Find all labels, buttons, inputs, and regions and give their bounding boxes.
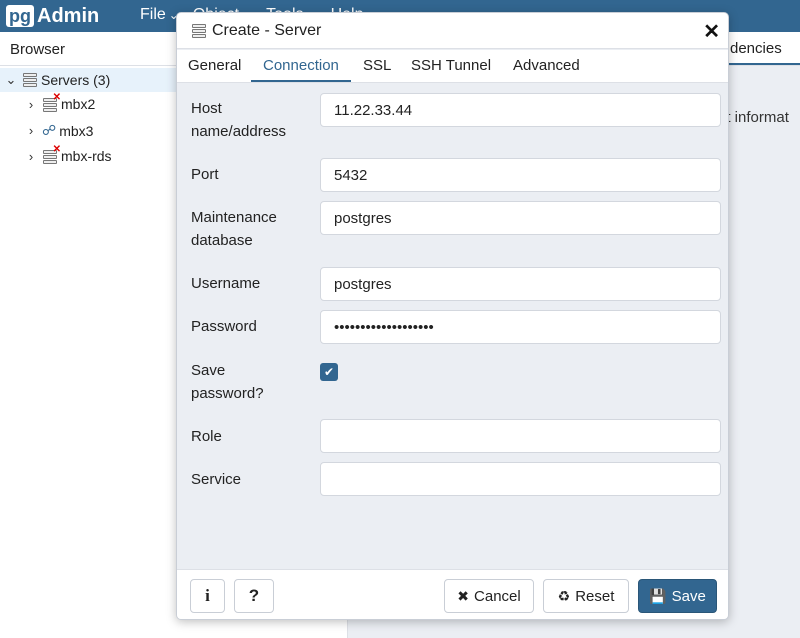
save-button[interactable]: 💾 Save	[638, 579, 717, 613]
dialog-footer: i ? ✖ Cancel ♻ Reset 💾 Save	[177, 569, 728, 619]
chevron-right-icon[interactable]: ›	[24, 97, 38, 112]
menu-file-label: File	[140, 6, 166, 23]
close-icon: ✖	[457, 587, 470, 604]
tab-ssh-tunnel[interactable]: SSH Tunnel	[411, 57, 491, 74]
password-input[interactable]	[320, 310, 721, 344]
host-label-line2: name/address	[191, 123, 287, 140]
floppy-disk-icon: 💾	[649, 587, 667, 604]
info-button[interactable]: i	[190, 579, 225, 613]
tree-item-label: mbx2	[61, 96, 96, 112]
port-label: Port	[191, 166, 219, 183]
maintenance-label-line2: database	[191, 232, 253, 249]
save-password-label: Save password?	[191, 359, 264, 405]
tree-root-count: (3)	[93, 72, 111, 88]
save-label: Save	[671, 587, 706, 605]
active-tab-indicator	[720, 63, 800, 65]
maintenance-db-label: Maintenance database	[191, 206, 277, 252]
maintenance-label-line1: Maintenance	[191, 209, 277, 226]
help-button[interactable]: ?	[234, 579, 274, 613]
chevron-right-icon[interactable]: ›	[24, 123, 38, 138]
save-password-label-line2: password?	[191, 385, 264, 402]
dialog-header[interactable]: Create - Server ✕	[177, 13, 728, 49]
postgres-elephant-icon: ☍	[42, 122, 57, 138]
tab-general[interactable]: General	[188, 57, 241, 74]
role-input[interactable]	[320, 419, 721, 453]
tree-item-server[interactable]: › ✕ mbx2	[24, 92, 96, 112]
tree-item-server[interactable]: › ☍ mbx3	[24, 122, 94, 139]
server-group-icon	[22, 72, 38, 88]
host-label: Host name/address	[191, 97, 286, 143]
host-input[interactable]	[320, 93, 721, 127]
tree-item-label: mbx3	[59, 122, 94, 139]
help-icon: ?	[248, 586, 260, 605]
cancel-label: Cancel	[474, 587, 521, 605]
close-icon[interactable]: ✕	[703, 19, 720, 44]
create-server-dialog: Create - Server ✕ General Connection SSL…	[176, 12, 729, 620]
port-input[interactable]	[320, 158, 721, 192]
server-disconnected-icon: ✕	[42, 144, 61, 164]
tab-connection[interactable]: Connection	[263, 57, 339, 74]
pgadmin-logo[interactable]: pg Admin	[6, 3, 99, 29]
tree-root-label: Servers	[41, 72, 90, 88]
dialog-tabbar: General Connection SSL SSH Tunnel Advanc…	[177, 50, 728, 83]
save-password-checkbox[interactable]: ✔	[320, 363, 338, 381]
cancel-button[interactable]: ✖ Cancel	[444, 579, 534, 613]
info-icon: i	[205, 586, 210, 605]
tree-item-server[interactable]: › ✕ mbx-rds	[24, 144, 112, 164]
username-label: Username	[191, 275, 261, 292]
tab-advanced[interactable]: Advanced	[513, 57, 580, 74]
reset-button[interactable]: ♻ Reset	[543, 579, 629, 613]
menu-file[interactable]: File ⌄	[140, 6, 179, 24]
service-label: Service	[191, 471, 242, 488]
reset-label: Reset	[575, 587, 615, 605]
role-label: Role	[191, 428, 222, 445]
save-password-label-line1: Save	[191, 362, 226, 379]
host-label-line1: Host	[191, 100, 222, 117]
password-label: Password	[191, 318, 257, 335]
maintenance-db-input[interactable]	[320, 201, 721, 235]
logo-admin: Admin	[37, 4, 100, 27]
chevron-right-icon[interactable]: ›	[24, 149, 38, 164]
check-icon: ✔	[323, 365, 335, 379]
logo-pg: pg	[6, 5, 34, 27]
tab-ssl[interactable]: SSL	[363, 57, 391, 74]
tab-dependencies[interactable]: dencies	[730, 40, 782, 57]
username-input[interactable]	[320, 267, 721, 301]
tree-item-label: mbx-rds	[61, 148, 112, 164]
dialog-title: Create - Server	[212, 21, 322, 39]
recycle-icon: ♻	[557, 587, 571, 604]
server-disconnected-icon: ✕	[42, 92, 61, 112]
active-tab-indicator	[251, 80, 351, 82]
chevron-down-icon[interactable]: ⌄	[4, 72, 18, 88]
service-input[interactable]	[320, 462, 721, 496]
server-group-icon	[191, 23, 207, 39]
